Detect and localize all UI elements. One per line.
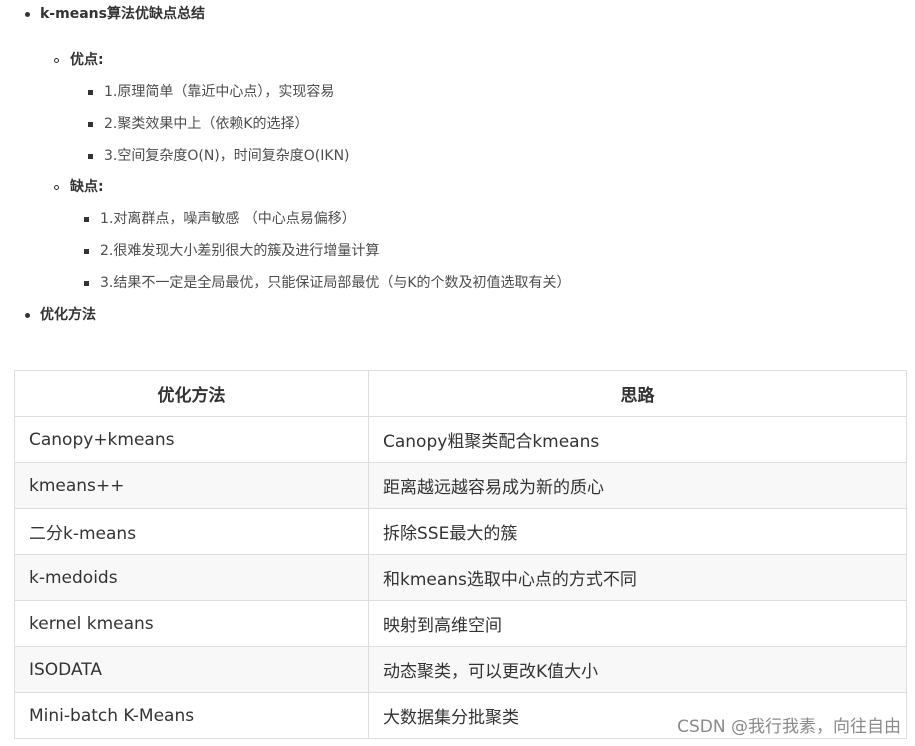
- table-cell-method: kmeans++: [14, 462, 369, 509]
- table-cell-idea: 距离越远越容易成为新的质心: [368, 462, 907, 509]
- bullet-square: [84, 249, 89, 254]
- table-cell-method: ISODATA: [14, 646, 369, 693]
- table-row: k-medoids 和kmeans选取中心点的方式不同: [14, 554, 907, 601]
- table-cell-method: 二分k-means: [14, 508, 369, 555]
- table-row: Canopy+kmeans Canopy粗聚类配合kmeans: [14, 416, 907, 463]
- table-cell-idea: 和kmeans选取中心点的方式不同: [368, 554, 907, 601]
- table-header-row: 优化方法 思路: [14, 370, 907, 417]
- table-cell-idea: Canopy粗聚类配合kmeans: [368, 416, 907, 463]
- cons-item: 2.很难发现大小差别很大的簇及进行增量计算: [100, 243, 380, 259]
- bullet-circle: [54, 185, 59, 190]
- table-row: ISODATA 动态聚类，可以更改K值大小: [14, 646, 907, 693]
- bullet-disc: [25, 12, 30, 17]
- optimization-table: 优化方法 思路 Canopy+kmeans Canopy粗聚类配合kmeans …: [14, 370, 907, 739]
- table-cell-idea: 拆除SSE最大的簇: [368, 508, 907, 555]
- table-cell-method: Mini-batch K-Means: [14, 692, 369, 739]
- cons-item: 1.对离群点，噪声敏感 （中心点易偏移）: [100, 211, 356, 227]
- pros-item: 3.空间复杂度O(N)，时间复杂度O(IKN): [104, 148, 350, 164]
- pros-label: 优点:: [70, 52, 104, 68]
- bullet-circle: [54, 58, 59, 63]
- pros-item: 2.聚类效果中上（依赖K的选择）: [104, 116, 309, 132]
- bullet-disc: [25, 313, 30, 318]
- table-row: kernel kmeans 映射到高维空间: [14, 600, 907, 647]
- bullet-square: [88, 154, 93, 159]
- table-cell-idea: 动态聚类，可以更改K值大小: [368, 646, 907, 693]
- table-row: kmeans++ 距离越远越容易成为新的质心: [14, 462, 907, 509]
- bullet-square: [84, 217, 89, 222]
- bullet-square: [88, 122, 93, 127]
- table-cell-method: k-medoids: [14, 554, 369, 601]
- bullet-square: [88, 90, 93, 95]
- table-header-idea: 思路: [368, 370, 907, 417]
- table-cell-idea: 映射到高维空间: [368, 600, 907, 647]
- csdn-watermark: CSDN @我行我素，向往自由: [677, 717, 901, 737]
- table-cell-method: Canopy+kmeans: [14, 416, 369, 463]
- table-header-method: 优化方法: [14, 370, 369, 417]
- section-heading-optimization: 优化方法: [40, 307, 96, 323]
- table-row: 二分k-means 拆除SSE最大的簇: [14, 508, 907, 555]
- cons-label: 缺点:: [70, 179, 104, 195]
- cons-item: 3.结果不一定是全局最优，只能保证局部最优（与K的个数及初值选取有关）: [100, 275, 571, 291]
- pros-item: 1.原理简单（靠近中心点），实现容易: [104, 84, 335, 100]
- section-heading-kmeans: k-means算法优缺点总结: [40, 6, 205, 22]
- table-cell-method: kernel kmeans: [14, 600, 369, 647]
- bullet-square: [84, 281, 89, 286]
